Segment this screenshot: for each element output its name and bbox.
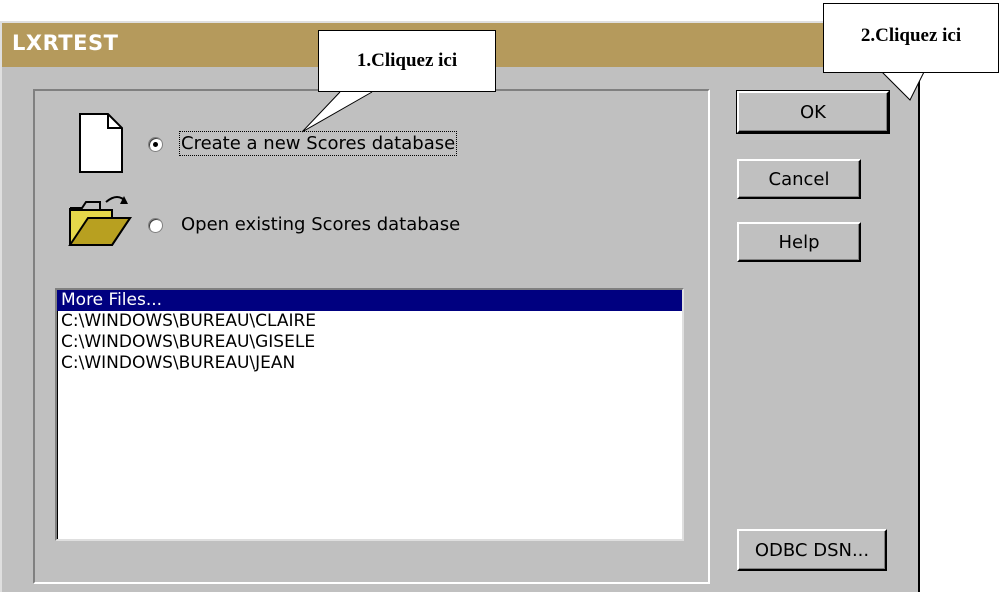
create-new-radio[interactable]: [148, 137, 163, 152]
window-title: LXRTEST: [12, 31, 119, 55]
callout-step-1: 1.Cliquez ici: [318, 30, 496, 92]
list-item-more-files[interactable]: More Files...: [57, 290, 682, 311]
cancel-button[interactable]: Cancel: [737, 159, 861, 199]
help-button[interactable]: Help: [737, 222, 861, 262]
list-item-jean[interactable]: C:\WINDOWS\BUREAU\JEAN: [57, 353, 682, 374]
open-folder-icon: [68, 196, 132, 246]
create-new-label[interactable]: Create a new Scores database: [178, 131, 458, 156]
recent-files-list[interactable]: More Files... C:\WINDOWS\BUREAU\CLAIRE C…: [55, 288, 684, 541]
open-existing-radio[interactable]: [148, 218, 163, 233]
open-existing-label[interactable]: Open existing Scores database: [181, 214, 460, 235]
list-item-claire[interactable]: C:\WINDOWS\BUREAU\CLAIRE: [57, 311, 682, 332]
callout-pointer-2: [881, 70, 925, 101]
odbc-dsn-button[interactable]: ODBC DSN...: [737, 529, 887, 571]
list-item-gisele[interactable]: C:\WINDOWS\BUREAU\GISELE: [57, 332, 682, 353]
callout-pointer-1: [301, 90, 373, 133]
ok-button[interactable]: OK: [736, 90, 890, 134]
new-document-icon: [79, 113, 123, 173]
callout-step-2: 2.Cliquez ici: [823, 3, 999, 73]
